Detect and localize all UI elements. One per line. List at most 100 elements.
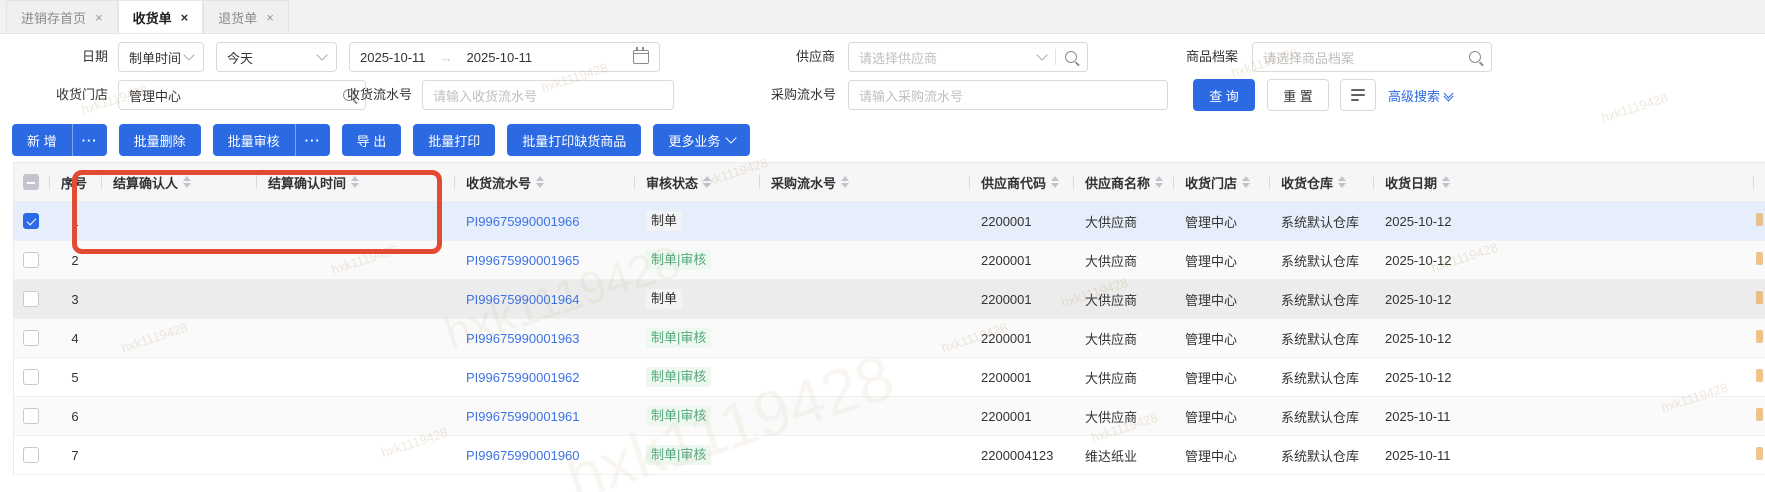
sort-icon[interactable] bbox=[1242, 176, 1251, 188]
cell-warehouse: 系统默认仓库 bbox=[1281, 292, 1360, 308]
col-header-purchase-no[interactable]: 采购流水号 bbox=[759, 163, 969, 201]
search-icon[interactable] bbox=[1065, 51, 1077, 63]
export-label: 导 出 bbox=[356, 133, 387, 149]
date-filter-label: 日期 bbox=[81, 49, 108, 64]
range-arrow-icon: → bbox=[439, 49, 453, 65]
table-row[interactable]: 3 PI99675990001964 制单 2200001 大供应商 管理中心 … bbox=[14, 280, 1765, 319]
column-settings-button[interactable] bbox=[1340, 79, 1376, 111]
col-header-supplier-name[interactable]: 供应商名称 bbox=[1073, 163, 1173, 201]
cell-no: 4 bbox=[71, 330, 79, 346]
cell-no: 1 bbox=[71, 213, 79, 229]
date-range-picker[interactable]: 2025-10-11 → 2025-10-11 bbox=[349, 42, 660, 72]
receive-no-link[interactable]: PI99675990001965 bbox=[466, 253, 580, 268]
col-header-settle-time[interactable]: 结算确认时间 bbox=[256, 163, 454, 201]
search-icon[interactable] bbox=[1469, 51, 1481, 63]
col-header-warehouse[interactable]: 收货仓库 bbox=[1269, 163, 1373, 201]
col-header-store[interactable]: 收货门店 bbox=[1173, 163, 1269, 201]
cell-status: 制单|审核 bbox=[634, 367, 759, 387]
close-icon[interactable]: × bbox=[181, 11, 189, 24]
col-header-settle-person[interactable]: 结算确认人 bbox=[101, 163, 256, 201]
purchase-no-input[interactable]: 请输入采购流水号 bbox=[848, 80, 1168, 110]
more-business-button[interactable]: 更多业务 bbox=[653, 124, 751, 156]
status-badge: 制单 bbox=[646, 289, 683, 309]
row-checkbox[interactable] bbox=[23, 369, 39, 386]
col-header-date[interactable]: 收货日期 bbox=[1373, 163, 1753, 201]
query-button[interactable]: 查 询 bbox=[1193, 79, 1255, 111]
col-header-no[interactable]: 序号 bbox=[49, 163, 101, 201]
tab-return-order[interactable]: 退货单 × bbox=[203, 0, 289, 33]
sort-icon[interactable] bbox=[841, 176, 850, 188]
cell-clipped bbox=[1753, 447, 1765, 463]
row-checkbox[interactable] bbox=[23, 408, 39, 425]
close-icon[interactable]: × bbox=[266, 11, 274, 24]
cell-date: 2025-10-12 bbox=[1385, 252, 1452, 268]
advanced-search-link[interactable]: 高级搜索 bbox=[1388, 79, 1454, 111]
tab-inventory-home[interactable]: 进销存首页 × bbox=[6, 0, 118, 33]
supplier-select[interactable]: 请选择供应商 bbox=[848, 42, 1088, 72]
cell-receive-no: PI99675990001961 bbox=[454, 409, 634, 424]
col-header-receive-no[interactable]: 收货流水号 bbox=[454, 163, 634, 201]
list-lines-icon bbox=[1351, 89, 1365, 101]
sort-icon[interactable] bbox=[703, 176, 712, 188]
sort-icon[interactable] bbox=[1051, 176, 1060, 188]
sort-icon[interactable] bbox=[351, 176, 360, 188]
batch-print-oos-label: 批量打印缺货商品 bbox=[522, 133, 627, 149]
row-checkbox[interactable] bbox=[23, 291, 39, 308]
date-type-value: 制单时间 bbox=[129, 50, 182, 66]
close-icon[interactable]: × bbox=[95, 11, 103, 24]
table-row[interactable]: 1 PI99675990001966 制单 2200001 大供应商 管理中心 … bbox=[14, 202, 1765, 241]
sort-icon[interactable] bbox=[183, 176, 192, 188]
receive-no-link[interactable]: PI99675990001966 bbox=[466, 214, 580, 229]
select-all-checkbox[interactable] bbox=[23, 174, 39, 190]
add-button[interactable]: 新 增 ··· bbox=[12, 124, 107, 156]
reset-button[interactable]: 重 置 bbox=[1267, 79, 1329, 111]
receive-no-link[interactable]: PI99675990001964 bbox=[466, 292, 580, 307]
receive-no-link[interactable]: PI99675990001962 bbox=[466, 370, 580, 385]
tab-receiving-order[interactable]: 收货单 × bbox=[117, 0, 204, 33]
row-checkbox[interactable] bbox=[23, 213, 39, 230]
batch-print-button[interactable]: 批量打印 bbox=[413, 124, 496, 156]
batch-delete-button[interactable]: 批量删除 bbox=[118, 124, 201, 156]
export-button[interactable]: 导 出 bbox=[341, 124, 402, 156]
cell-supplier-name: 大供应商 bbox=[1085, 292, 1138, 308]
table-row[interactable]: 4 PI99675990001963 制单|审核 2200001 大供应商 管理… bbox=[14, 319, 1765, 358]
col-header-supplier-code[interactable]: 供应商代码 bbox=[969, 163, 1073, 201]
calendar-icon[interactable] bbox=[633, 47, 649, 64]
table-row[interactable]: 5 PI99675990001962 制单|审核 2200001 大供应商 管理… bbox=[14, 358, 1765, 397]
row-checkbox-cell bbox=[14, 369, 49, 386]
cell-receive-no: PI99675990001962 bbox=[454, 370, 634, 385]
date-end-value[interactable]: 2025-10-11 bbox=[467, 50, 533, 65]
store-input[interactable]: 管理中心 bbox=[118, 80, 366, 110]
sort-icon[interactable] bbox=[1155, 176, 1164, 188]
receive-no-link[interactable]: PI99675990001961 bbox=[466, 409, 580, 424]
batch-print-oos-button[interactable]: 批量打印缺货商品 bbox=[507, 124, 642, 156]
cell-date: 2025-10-12 bbox=[1385, 330, 1452, 346]
more-dots-icon[interactable]: ··· bbox=[73, 133, 107, 148]
table-row[interactable]: 6 PI99675990001961 制单|审核 2200001 大供应商 管理… bbox=[14, 397, 1765, 436]
table-row[interactable]: 7 PI99675990001960 制单|审核 2200004123 维达纸业… bbox=[14, 436, 1765, 475]
row-checkbox[interactable] bbox=[23, 447, 39, 464]
receive-no-input[interactable]: 请输入收货流水号 bbox=[422, 80, 674, 110]
receive-no-filter-label: 收货流水号 bbox=[346, 87, 412, 102]
sort-icon[interactable] bbox=[1338, 176, 1347, 188]
cell-supplier-code: 2200001 bbox=[981, 330, 1032, 346]
receive-no-link[interactable]: PI99675990001960 bbox=[466, 448, 580, 463]
batch-audit-button[interactable]: 批量审核 ··· bbox=[212, 124, 330, 156]
more-dots-icon[interactable]: ··· bbox=[296, 133, 330, 148]
date-type-select[interactable]: 制单时间 bbox=[118, 42, 204, 72]
sort-icon[interactable] bbox=[1442, 176, 1451, 188]
sort-icon[interactable] bbox=[536, 176, 545, 188]
col-header-status[interactable]: 审核状态 bbox=[634, 163, 759, 201]
date-preset-select[interactable]: 今天 bbox=[216, 42, 337, 72]
cell-status: 制单|审核 bbox=[634, 250, 759, 270]
more-business-label: 更多业务 bbox=[668, 133, 721, 149]
receive-no-link[interactable]: PI99675990001963 bbox=[466, 331, 580, 346]
table-row[interactable]: 2 PI99675990001965 制单|审核 2200001 大供应商 管理… bbox=[14, 241, 1765, 280]
cell-no: 5 bbox=[71, 369, 79, 385]
date-start-value[interactable]: 2025-10-11 bbox=[360, 50, 426, 65]
action-toolbar: 新 增 ··· 批量删除 批量审核 ··· 导 出 批量打印 批量打印缺货商品 … bbox=[12, 124, 751, 156]
product-search-input[interactable]: 请选择商品档案 bbox=[1252, 42, 1492, 72]
row-checkbox[interactable] bbox=[23, 252, 39, 269]
cell-supplier-code: 2200004123 bbox=[981, 447, 1054, 463]
row-checkbox[interactable] bbox=[23, 330, 39, 347]
